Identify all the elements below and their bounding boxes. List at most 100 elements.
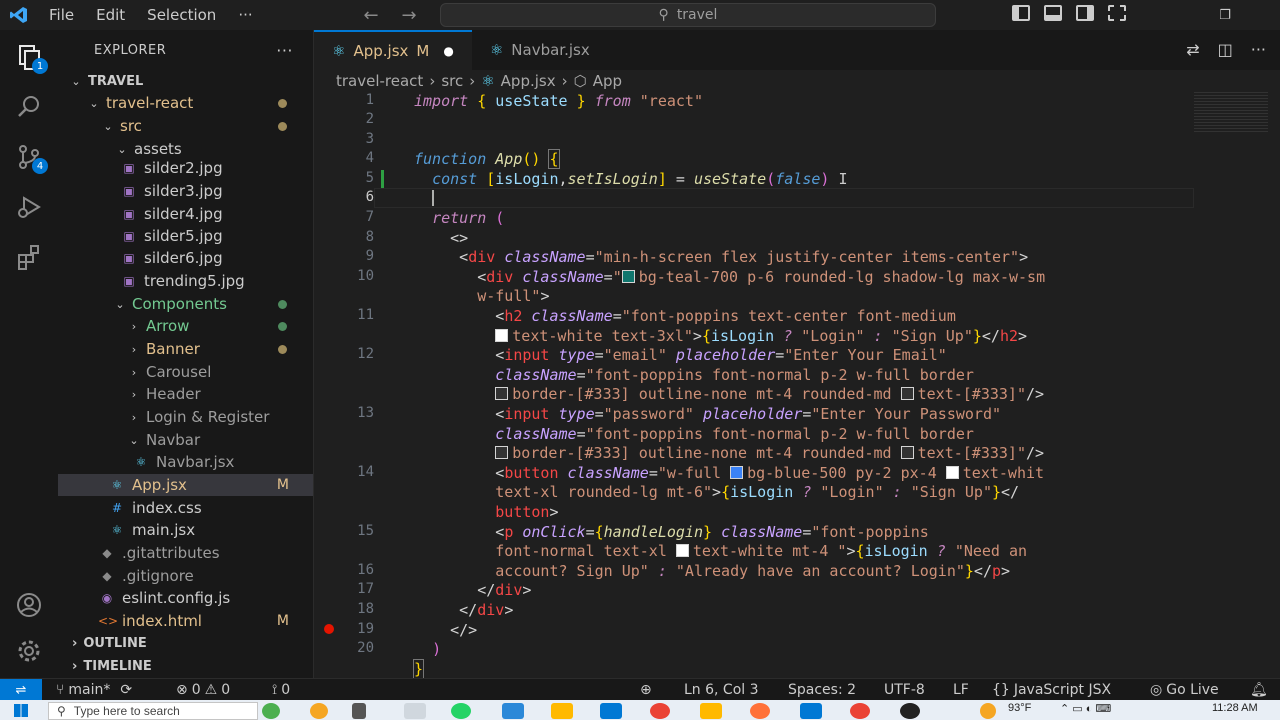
forward-arrow-icon[interactable]: → bbox=[390, 5, 428, 26]
tab-navbar-jsx[interactable]: ⚛ Navbar.jsx bbox=[472, 30, 608, 70]
vscode-taskbar-icon[interactable] bbox=[800, 703, 822, 719]
encoding[interactable]: UTF-8 bbox=[884, 679, 925, 701]
tray-icons[interactable]: ⌃ ▭ ◐ ⌨ bbox=[1060, 702, 1111, 715]
tab-label: App.jsx bbox=[353, 42, 409, 60]
file-icon[interactable] bbox=[404, 703, 426, 719]
back-arrow-icon[interactable]: ← bbox=[352, 5, 390, 26]
tree-file[interactable]: ▣ silder4.jpg bbox=[58, 203, 313, 225]
firefox-icon[interactable] bbox=[750, 703, 770, 719]
tree-file[interactable]: # index.css bbox=[58, 497, 313, 519]
restore-window-icon[interactable]: ❐ bbox=[1202, 0, 1248, 30]
more-actions-icon[interactable]: ··· bbox=[1251, 40, 1266, 59]
menu-file[interactable]: File bbox=[38, 0, 85, 30]
tree-folder-header[interactable]: › Header bbox=[58, 383, 313, 405]
code-editor[interactable]: 1 2 3 4 5 6 7 8 9 10 11 12 13 14 15 16 17 18 19 20 import {… bbox=[314, 92, 1280, 678]
tree-item-label: Banner bbox=[146, 340, 200, 358]
problems-indicator[interactable]: ⊗ 0 ⚠ 0 bbox=[176, 679, 230, 701]
tree-folder-src[interactable]: ⌄ src bbox=[58, 115, 313, 137]
zoom-icon[interactable]: ⊕ bbox=[640, 679, 652, 701]
search-icon[interactable] bbox=[0, 82, 58, 132]
app-icon[interactable] bbox=[502, 703, 524, 719]
extensions-icon[interactable] bbox=[0, 232, 58, 282]
whatsapp-icon[interactable] bbox=[451, 703, 471, 719]
timeline-section[interactable]: › TIMELINE bbox=[58, 655, 313, 677]
explorer-more-button[interactable]: ··· bbox=[276, 41, 293, 60]
breadcrumb-item[interactable]: App.jsx bbox=[501, 72, 556, 90]
clock-time[interactable]: 11:28 AM bbox=[1212, 702, 1258, 714]
task-view-icon[interactable] bbox=[352, 703, 366, 719]
tree-file-app-jsx[interactable]: ⚛ App.jsx M bbox=[58, 474, 313, 496]
toggle-primary-sidebar-icon[interactable] bbox=[1012, 5, 1030, 21]
branch-indicator[interactable]: ⑂ main* ⟳ bbox=[56, 679, 132, 701]
command-center-search[interactable]: ⚲ travel bbox=[440, 3, 936, 27]
tree-file[interactable]: ▣ silder2.jpg bbox=[58, 157, 313, 179]
tree-file[interactable]: ◉ eslint.config.js bbox=[58, 587, 313, 609]
outline-section[interactable]: › OUTLINE bbox=[58, 632, 313, 654]
tree-file[interactable]: ▣ trending5.jpg bbox=[58, 270, 313, 292]
go-live-button[interactable]: ◎ Go Live bbox=[1150, 679, 1219, 701]
remote-indicator-icon[interactable]: ⇌ bbox=[0, 679, 42, 701]
folder-icon[interactable] bbox=[551, 703, 573, 719]
end-of-line[interactable]: LF bbox=[953, 679, 969, 701]
menu-selection[interactable]: Selection bbox=[136, 0, 227, 30]
tree-item-label: App.jsx bbox=[132, 476, 187, 494]
tree-item-label: .gitattributes bbox=[122, 544, 220, 562]
chrome-icon[interactable] bbox=[850, 703, 870, 719]
tree-file[interactable]: ▣ silder5.jpg bbox=[58, 225, 313, 247]
run-debug-icon[interactable] bbox=[0, 182, 58, 232]
folder-icon[interactable] bbox=[700, 703, 722, 719]
app-icon[interactable] bbox=[310, 703, 328, 719]
mail-icon[interactable] bbox=[600, 703, 622, 719]
breadcrumb-item[interactable]: App bbox=[593, 72, 622, 90]
tree-folder-carousel[interactable]: › Carousel bbox=[58, 361, 313, 383]
toggle-secondary-sidebar-icon[interactable] bbox=[1076, 5, 1094, 21]
windows-start-icon[interactable] bbox=[14, 704, 28, 717]
menu-more[interactable]: ··· bbox=[227, 0, 263, 30]
notifications-bell-icon[interactable]: 🔔︎ bbox=[1250, 679, 1268, 701]
tree-folder-login-register[interactable]: › Login & Register bbox=[58, 406, 313, 428]
tree-folder-navbar[interactable]: ⌄ Navbar bbox=[58, 429, 313, 451]
tree-folder-travel-react[interactable]: ⌄ travel-react bbox=[58, 92, 313, 114]
tree-item-label: Components bbox=[132, 295, 227, 313]
app-icon[interactable] bbox=[900, 703, 920, 719]
explorer-icon[interactable]: 1 bbox=[0, 32, 58, 82]
tree-file[interactable]: ▣ silder6.jpg bbox=[58, 247, 313, 269]
tree-file[interactable]: ⚛ main.jsx bbox=[58, 519, 313, 541]
windows-taskbar: ⚲ Type here to search 93°F ⌃ ▭ ◐ ⌨ 11:28… bbox=[0, 700, 1280, 720]
menu-edit[interactable]: Edit bbox=[85, 0, 136, 30]
workspace-root[interactable]: ⌄ TRAVEL bbox=[58, 70, 313, 92]
tree-file[interactable]: <> index.html M bbox=[58, 610, 313, 632]
tree-folder-components[interactable]: ⌄ Components bbox=[58, 293, 313, 315]
modified-status: M bbox=[276, 613, 289, 629]
gear-icon[interactable] bbox=[0, 626, 58, 676]
customize-layout-icon[interactable] bbox=[1108, 5, 1126, 21]
cursor-position[interactable]: Ln 6, Col 3 bbox=[684, 679, 759, 701]
language-mode[interactable]: {} JavaScript JSX bbox=[992, 679, 1111, 701]
tree-folder-banner[interactable]: › Banner bbox=[58, 338, 313, 360]
tree-file[interactable]: ▣ silder3.jpg bbox=[58, 180, 313, 202]
code-line: w-full"> bbox=[477, 287, 550, 305]
minimap[interactable] bbox=[1194, 92, 1268, 132]
sync-icon[interactable]: ⟳ bbox=[120, 682, 132, 698]
source-control-icon[interactable]: 4 bbox=[0, 132, 58, 182]
tree-folder-arrow[interactable]: › Arrow bbox=[58, 315, 313, 337]
split-editor-icon[interactable]: ◫ bbox=[1218, 40, 1233, 59]
accounts-icon[interactable] bbox=[0, 580, 58, 630]
chrome-icon[interactable] bbox=[650, 703, 670, 719]
tab-app-jsx[interactable]: ⚛ App.jsx M ● bbox=[314, 30, 472, 70]
breadcrumb-item[interactable]: src bbox=[441, 72, 463, 90]
weather-widget-icon[interactable] bbox=[262, 703, 280, 719]
breakpoint-icon[interactable] bbox=[324, 624, 334, 634]
tree-file[interactable]: ◆ .gitignore bbox=[58, 565, 313, 587]
unsaved-dot-icon[interactable]: ● bbox=[443, 44, 453, 58]
weather-temperature[interactable]: 93°F bbox=[1008, 702, 1031, 714]
tree-file[interactable]: ◆ .gitattributes bbox=[58, 542, 313, 564]
toggle-panel-icon[interactable] bbox=[1044, 5, 1062, 21]
ports-indicator[interactable]: ⟟ 0 bbox=[272, 679, 290, 701]
breadcrumb-item[interactable]: travel-react bbox=[336, 72, 423, 90]
tree-file[interactable]: ⚛ Navbar.jsx bbox=[58, 451, 313, 473]
indentation[interactable]: Spaces: 2 bbox=[788, 679, 856, 701]
taskbar-search-box[interactable]: ⚲ Type here to search bbox=[48, 702, 258, 720]
open-changes-icon[interactable]: ⇄ bbox=[1186, 40, 1199, 59]
code-line: </div> bbox=[477, 581, 532, 599]
